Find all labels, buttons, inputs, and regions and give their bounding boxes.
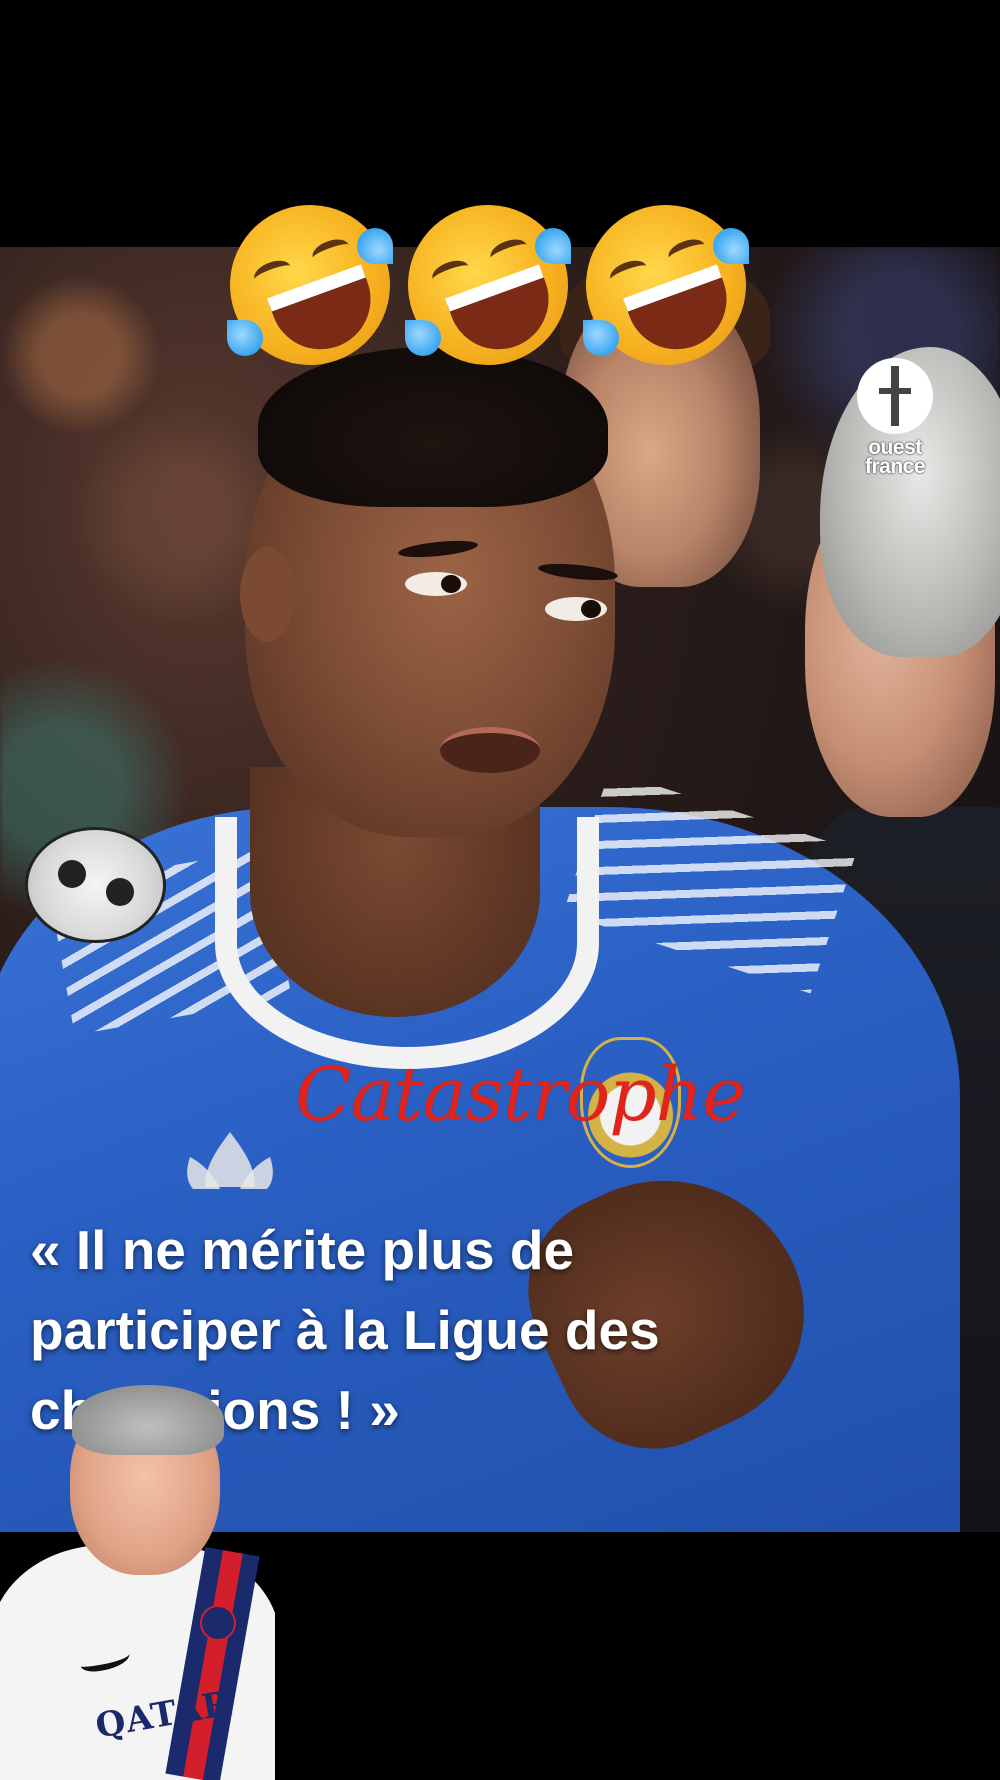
laughing-emoji-icon [563,182,769,388]
quote-line-2: participer à la Ligue des [30,1299,660,1361]
ouest-france-logo-icon [857,358,933,434]
player-ear [240,547,295,642]
emoji-row [207,182,769,388]
video-frame: ouest france Catastrophe « Il ne mérite … [0,0,1000,1780]
logo-text: ouest france [855,437,935,478]
webcam-hair [72,1385,224,1455]
jersey-collar [215,817,599,1069]
champions-league-badge-icon [25,827,166,943]
logo-line-2: france [864,455,926,478]
psg-badge-icon [200,1605,236,1641]
player-mouth [440,727,540,773]
ouest-france-logo: ouest france [855,358,935,478]
webcam-overlay: QATAR [0,1380,275,1780]
player-hair [258,347,608,507]
adidas-logo-icon [187,1132,273,1189]
handwritten-caption: Catastrophe [295,1052,746,1138]
quote-line-1: « Il ne mérite plus de [30,1219,575,1281]
laughing-emoji-icon [385,182,591,388]
player-left-eye [405,572,467,596]
player-right-eye [545,597,607,621]
laughing-emoji-icon [207,182,413,388]
